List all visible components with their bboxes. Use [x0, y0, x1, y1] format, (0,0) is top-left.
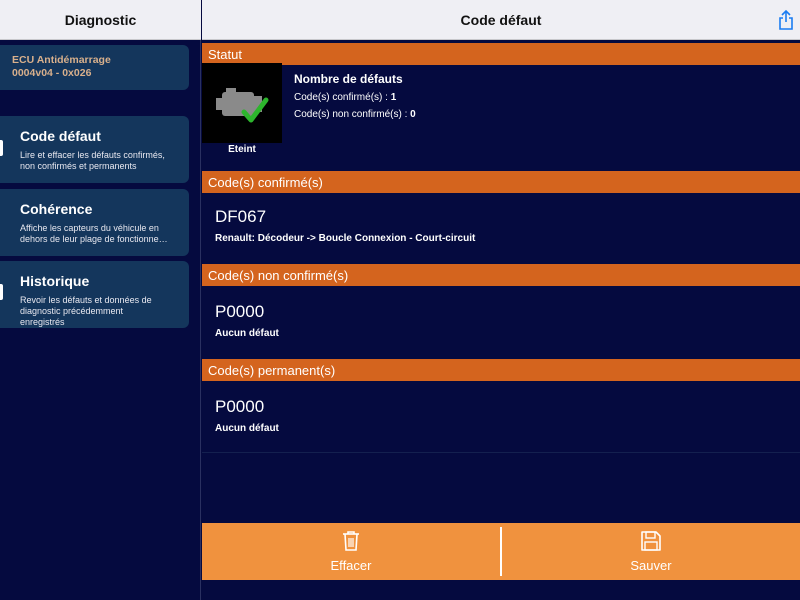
section-header-unconfirmed: Code(s) non confirmé(s) — [202, 264, 800, 286]
save-button-label: Sauver — [630, 558, 672, 573]
page-title: Code défaut — [460, 11, 542, 28]
engine-status-icon-box — [202, 63, 282, 143]
selected-marker — [0, 140, 3, 156]
fault-count-info: Nombre de défauts Code(s) confirmé(s) : … — [294, 72, 416, 126]
save-button[interactable]: Sauver — [502, 523, 800, 580]
sidebar-item-desc: Revoir les défauts et données de diagnos… — [20, 295, 152, 327]
fault-count-title: Nombre de défauts — [294, 72, 403, 86]
main-header: Code défaut — [202, 0, 800, 40]
sidebar-item-title: Code défaut — [20, 128, 101, 144]
section-header-confirmed: Code(s) confirmé(s) — [202, 171, 800, 193]
floppy-disk-icon — [641, 531, 661, 551]
engine-status-label: Eteint — [228, 144, 256, 155]
confirmed-count-line: Code(s) confirmé(s) : 1 — [294, 92, 397, 103]
section-header-permanent: Code(s) permanent(s) — [202, 359, 800, 381]
item-marker — [0, 284, 3, 300]
engine-icon — [216, 88, 269, 123]
clear-button[interactable]: Effacer — [202, 523, 500, 580]
share-icon[interactable] — [776, 9, 796, 31]
fault-desc: Renault: Décodeur -> Boucle Connexion - … — [215, 233, 476, 244]
fault-row-confirmed[interactable]: DF067 Renault: Décodeur -> Boucle Connex… — [215, 207, 475, 244]
sidebar-item-desc: Lire et effacer les défauts confirmés, n… — [20, 150, 165, 171]
fault-code: DF067 — [215, 207, 267, 226]
clear-button-label: Effacer — [330, 558, 372, 573]
ecu-card[interactable]: ECU Antidémarrage 0004v04 - 0x026 — [0, 45, 189, 90]
ecu-name: ECU Antidémarrage — [12, 54, 111, 66]
main-content: Statut Eteint Nombre de défauts Code(s) … — [202, 40, 800, 600]
unconfirmed-count: 0 — [410, 109, 416, 120]
sidebar-item-code-defaut[interactable]: Code défaut Lire et effacer les défauts … — [0, 116, 189, 183]
trash-icon — [343, 531, 359, 551]
fault-desc: Aucun défaut — [215, 328, 279, 339]
sidebar: ECU Antidémarrage 0004v04 - 0x026 Code d… — [0, 40, 201, 600]
confirmed-count: 1 — [390, 92, 397, 103]
sidebar-title: Diagnostic — [64, 11, 137, 28]
sidebar-item-title: Historique — [20, 273, 90, 289]
sidebar-item-title: Cohérence — [20, 201, 93, 217]
ecu-id: 0004v04 - 0x026 — [12, 67, 92, 79]
divider — [202, 452, 800, 453]
fault-row-permanent[interactable]: P0000 Aucun défaut — [215, 397, 279, 434]
fault-row-unconfirmed[interactable]: P0000 Aucun défaut — [215, 302, 279, 339]
sidebar-item-historique[interactable]: Historique Revoir les défauts et données… — [0, 261, 189, 328]
fault-code: P0000 — [215, 397, 265, 416]
action-bar: Effacer Sauver — [202, 523, 800, 580]
section-header-statut: Statut — [202, 43, 800, 65]
sidebar-item-coherence[interactable]: Cohérence Affiche les capteurs du véhicu… — [0, 189, 189, 256]
unconfirmed-count-line: Code(s) non confirmé(s) : 0 — [294, 109, 416, 120]
sidebar-item-desc: Affiche les capteurs du véhicule en deho… — [20, 223, 168, 244]
fault-desc: Aucun défaut — [215, 423, 279, 434]
fault-code: P0000 — [215, 302, 265, 321]
sidebar-header: Diagnostic — [0, 0, 201, 40]
